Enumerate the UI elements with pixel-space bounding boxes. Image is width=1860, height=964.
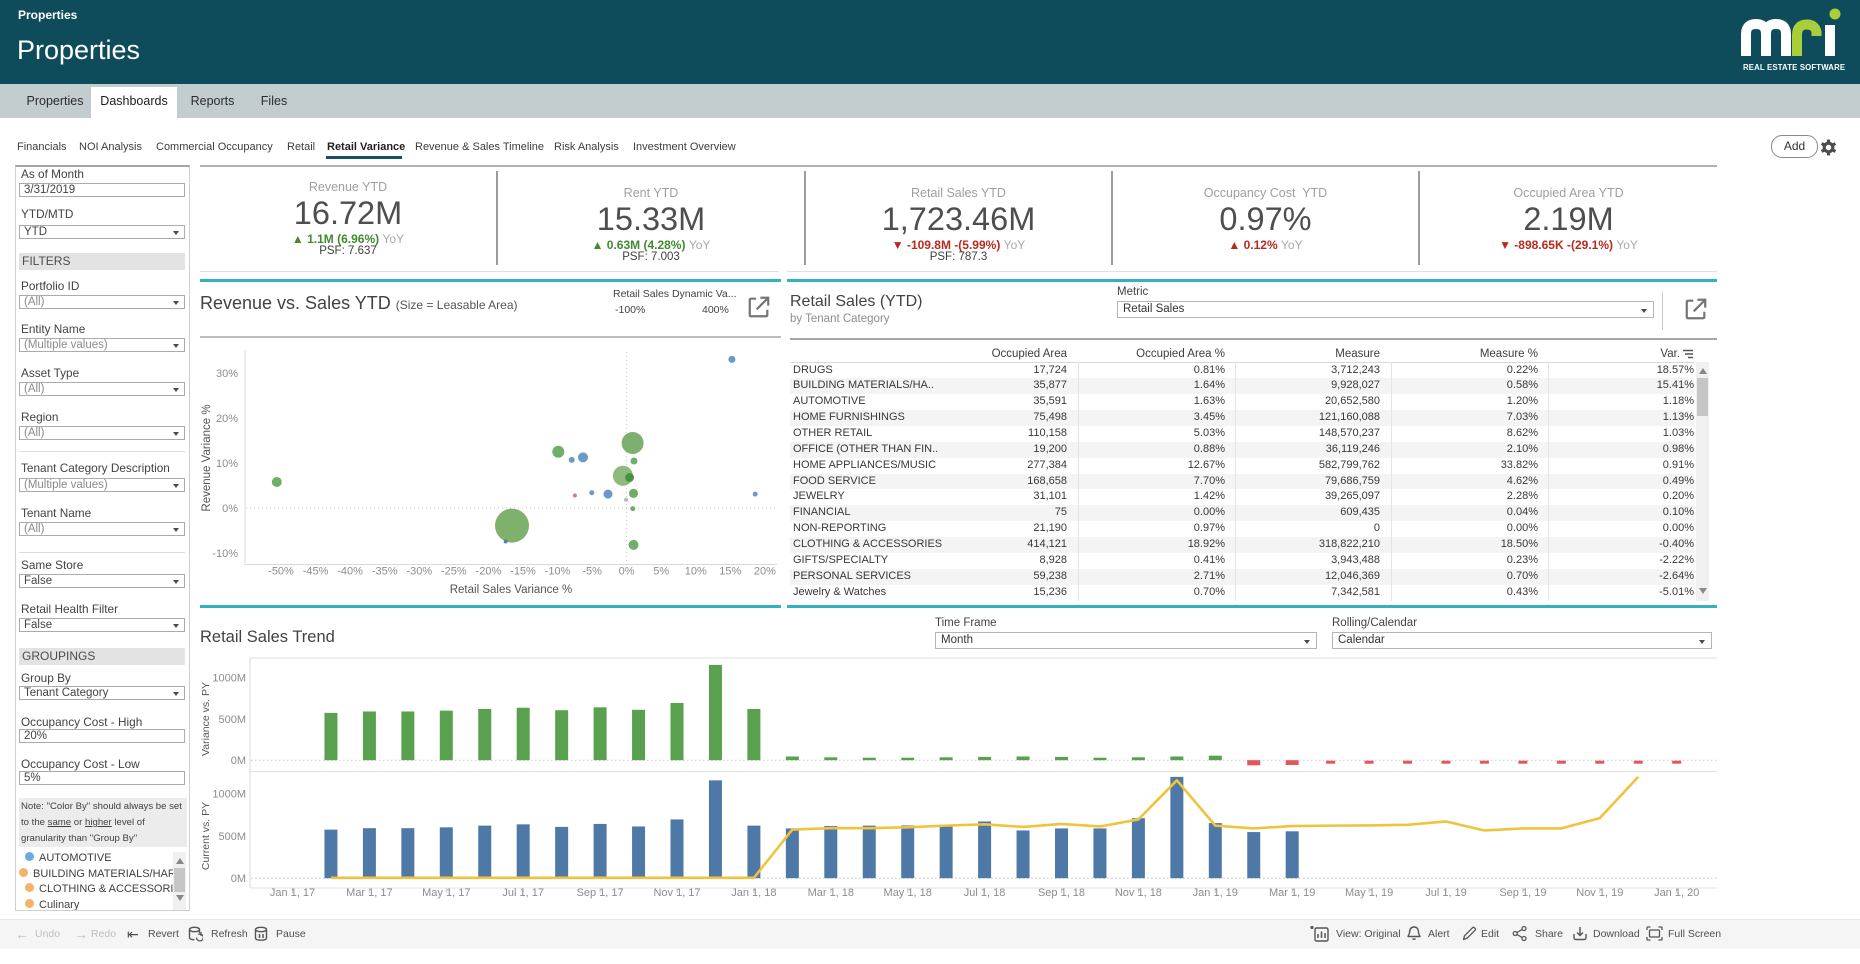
svg-text:1000M: 1000M <box>212 788 246 800</box>
svg-text:-20%: -20% <box>476 566 502 578</box>
svg-text:0%: 0% <box>222 503 238 515</box>
svg-text:10%: 10% <box>685 566 707 578</box>
svg-text:Revenue Variance %: Revenue Variance % <box>201 404 213 511</box>
svg-text:-25%: -25% <box>441 566 467 578</box>
svg-text:Nov 1, 19: Nov 1, 19 <box>1576 887 1623 899</box>
svg-text:May 1, 19: May 1, 19 <box>1345 887 1393 899</box>
svg-text:Retail Sales Variance %: Retail Sales Variance % <box>450 584 573 596</box>
svg-text:Jul 1, 19: Jul 1, 19 <box>1425 887 1467 899</box>
svg-text:Mar 1, 18: Mar 1, 18 <box>808 887 854 899</box>
svg-text:5%: 5% <box>653 566 669 578</box>
svg-text:Sep 1, 18: Sep 1, 18 <box>1038 887 1085 899</box>
svg-text:Mar 1, 19: Mar 1, 19 <box>1269 887 1315 899</box>
svg-text:-5%: -5% <box>582 566 602 578</box>
svg-text:Mar 1, 17: Mar 1, 17 <box>346 887 392 899</box>
svg-text:15%: 15% <box>719 566 741 578</box>
svg-text:10%: 10% <box>216 458 238 470</box>
svg-text:0M: 0M <box>231 755 246 767</box>
svg-text:30%: 30% <box>216 368 238 380</box>
svg-text:Jan 1, 18: Jan 1, 18 <box>731 887 776 899</box>
svg-text:0%: 0% <box>619 566 635 578</box>
svg-text:1000M: 1000M <box>212 673 246 685</box>
svg-text:500M: 500M <box>218 831 246 843</box>
svg-text:Jul 1, 17: Jul 1, 17 <box>502 887 544 899</box>
svg-text:Variance vs. PY: Variance vs. PY <box>200 682 212 756</box>
svg-text:Nov 1, 18: Nov 1, 18 <box>1115 887 1162 899</box>
svg-text:0M: 0M <box>231 873 246 885</box>
svg-text:Sep 1, 19: Sep 1, 19 <box>1499 887 1546 899</box>
svg-text:Jul 1, 18: Jul 1, 18 <box>964 887 1006 899</box>
svg-text:REAL ESTATE SOFTWARE: REAL ESTATE SOFTWARE <box>1743 63 1845 72</box>
svg-text:-15%: -15% <box>510 566 536 578</box>
svg-text:Nov 1, 17: Nov 1, 17 <box>653 887 700 899</box>
svg-text:-30%: -30% <box>406 566 432 578</box>
svg-text:-35%: -35% <box>372 566 398 578</box>
svg-text:-45%: -45% <box>303 566 329 578</box>
svg-text:May 1, 17: May 1, 17 <box>422 887 470 899</box>
svg-text:Jan 1, 17: Jan 1, 17 <box>270 887 315 899</box>
svg-text:Current vs. PY: Current vs. PY <box>200 802 212 870</box>
svg-text:20%: 20% <box>754 566 776 578</box>
svg-text:-50%: -50% <box>268 566 294 578</box>
svg-text:-10%: -10% <box>212 548 238 560</box>
svg-text:-40%: -40% <box>337 566 363 578</box>
svg-text:Sep 1, 17: Sep 1, 17 <box>577 887 624 899</box>
svg-text:500M: 500M <box>218 714 246 726</box>
svg-text:Jan 1, 20: Jan 1, 20 <box>1654 887 1699 899</box>
svg-text:-10%: -10% <box>545 566 571 578</box>
svg-text:Jan 1, 19: Jan 1, 19 <box>1193 887 1238 899</box>
svg-text:20%: 20% <box>216 413 238 425</box>
svg-text:May 1, 18: May 1, 18 <box>884 887 932 899</box>
